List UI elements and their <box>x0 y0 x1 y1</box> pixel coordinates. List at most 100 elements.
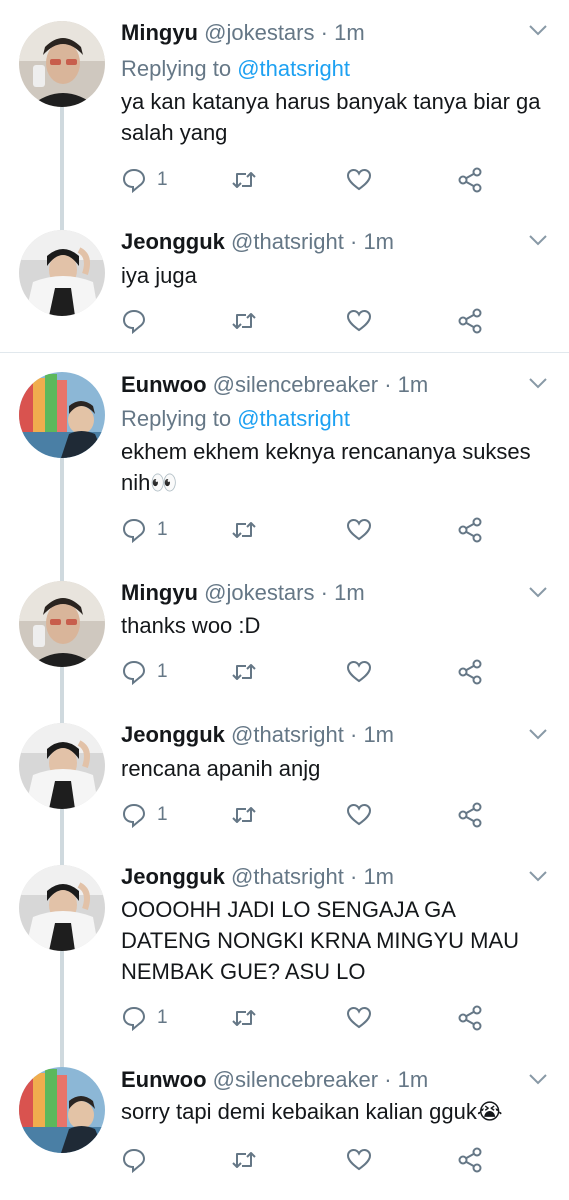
chevron-down-icon[interactable] <box>527 868 549 884</box>
chevron-down-icon[interactable] <box>527 232 549 248</box>
timestamp[interactable]: 1m <box>334 580 365 605</box>
user-handle[interactable]: @thatsright <box>231 229 344 254</box>
share-icon <box>458 517 482 543</box>
share-button[interactable] <box>457 1145 483 1175</box>
retweet-button[interactable] <box>231 306 257 336</box>
reply-button[interactable]: 1 <box>121 800 168 830</box>
reply-button[interactable] <box>121 306 157 336</box>
chevron-down-icon[interactable] <box>527 726 549 742</box>
tweet[interactable]: Mingyu @jokestars · 1m thanks woo :D 1 <box>0 564 569 707</box>
share-button[interactable] <box>457 306 483 336</box>
retweet-button[interactable] <box>231 1145 257 1175</box>
share-button[interactable] <box>457 515 483 545</box>
user-handle[interactable]: @jokestars <box>204 20 314 45</box>
tweet[interactable]: Jeongguk @thatsright · 1m OOOOHH JADI LO… <box>0 850 569 1053</box>
timestamp[interactable]: 1m <box>363 864 394 889</box>
reply-button[interactable]: 1 <box>121 515 168 545</box>
user-handle[interactable]: @thatsright <box>231 864 344 889</box>
avatar[interactable] <box>19 723 105 809</box>
share-button[interactable] <box>457 657 483 687</box>
chevron-down-icon[interactable] <box>527 375 549 391</box>
avatar[interactable] <box>19 581 105 667</box>
tweet-text: thanks woo :D <box>121 613 261 638</box>
timestamp[interactable]: 1m <box>398 1067 429 1092</box>
display-name[interactable]: Mingyu <box>121 580 198 605</box>
avatar[interactable] <box>19 1067 105 1153</box>
reply-button[interactable]: 1 <box>121 1003 168 1033</box>
tweet[interactable]: Eunwoo @silencebreaker · 1m sorry tapi d… <box>0 1053 569 1200</box>
timestamp[interactable]: 1m <box>363 722 394 747</box>
retweet-icon <box>232 172 256 188</box>
like-icon <box>346 803 372 826</box>
like-button[interactable] <box>346 657 372 687</box>
share-button[interactable] <box>457 1003 483 1033</box>
like-icon <box>346 168 372 191</box>
like-icon <box>346 1148 372 1171</box>
retweet-icon <box>232 807 256 823</box>
reply-count: 1 <box>157 169 168 190</box>
retweet-button[interactable] <box>231 515 257 545</box>
reply-icon <box>122 660 146 685</box>
display-name[interactable]: Jeongguk <box>121 229 225 254</box>
mention-link[interactable]: @thatsright <box>237 56 350 81</box>
avatar[interactable] <box>19 230 105 316</box>
tweet-header: Eunwoo @silencebreaker · 1m <box>121 1067 428 1093</box>
tweet-actions: 1 <box>121 1003 501 1033</box>
user-handle[interactable]: @silencebreaker <box>213 1067 378 1092</box>
avatar[interactable] <box>19 865 105 951</box>
reply-icon <box>122 309 146 334</box>
tweet[interactable]: Eunwoo @silencebreaker · 1m Replying to … <box>0 352 569 564</box>
retweet-button[interactable] <box>231 800 257 830</box>
like-button[interactable] <box>346 1145 372 1175</box>
reply-button[interactable]: 1 <box>121 657 168 687</box>
like-icon <box>346 660 372 683</box>
tweet-text: iya juga <box>121 263 197 288</box>
separator-dot: · <box>349 722 358 747</box>
timestamp[interactable]: 1m <box>398 372 429 397</box>
reply-button[interactable] <box>121 1145 157 1175</box>
chevron-down-icon[interactable] <box>527 1071 549 1087</box>
retweet-button[interactable] <box>231 1003 257 1033</box>
share-button[interactable] <box>457 165 483 195</box>
share-button[interactable] <box>457 800 483 830</box>
chevron-down-icon[interactable] <box>527 584 549 600</box>
reply-icon <box>122 1148 146 1173</box>
like-button[interactable] <box>346 800 372 830</box>
mention-link[interactable]: @thatsright <box>237 406 350 431</box>
like-icon <box>346 309 372 332</box>
timestamp[interactable]: 1m <box>334 20 365 45</box>
share-icon <box>458 167 482 193</box>
user-handle[interactable]: @jokestars <box>204 580 314 605</box>
share-icon <box>458 1147 482 1173</box>
separator-dot: · <box>349 229 358 254</box>
avatar[interactable] <box>19 21 105 107</box>
reply-count: 1 <box>157 1007 168 1028</box>
like-button[interactable] <box>346 1003 372 1033</box>
tweet[interactable]: Mingyu @jokestars · 1m Replying to @that… <box>0 0 569 210</box>
reply-icon <box>122 803 146 828</box>
tweet-actions <box>121 1145 501 1175</box>
reply-icon <box>122 1006 146 1031</box>
timestamp[interactable]: 1m <box>363 229 394 254</box>
tweet-actions: 1 <box>121 657 501 687</box>
tweet[interactable]: Jeongguk @thatsright · 1m rencana apanih… <box>0 707 569 850</box>
display-name[interactable]: Mingyu <box>121 20 198 45</box>
like-button[interactable] <box>346 165 372 195</box>
chevron-down-icon[interactable] <box>527 22 549 38</box>
tweet-header: Jeongguk @thatsright · 1m <box>121 722 394 748</box>
tweet-header: Eunwoo @silencebreaker · 1m <box>121 372 428 398</box>
user-handle[interactable]: @thatsright <box>231 722 344 747</box>
display-name[interactable]: Eunwoo <box>121 1067 207 1092</box>
display-name[interactable]: Eunwoo <box>121 372 207 397</box>
like-button[interactable] <box>346 515 372 545</box>
display-name[interactable]: Jeongguk <box>121 864 225 889</box>
display-name[interactable]: Jeongguk <box>121 722 225 747</box>
like-button[interactable] <box>346 306 372 336</box>
reply-button[interactable]: 1 <box>121 165 168 195</box>
retweet-button[interactable] <box>231 657 257 687</box>
retweet-button[interactable] <box>231 165 257 195</box>
tweet[interactable]: Jeongguk @thatsright · 1m iya juga <box>0 210 569 352</box>
tweet-actions: 1 <box>121 515 501 545</box>
user-handle[interactable]: @silencebreaker <box>213 372 378 397</box>
avatar[interactable] <box>19 372 105 458</box>
